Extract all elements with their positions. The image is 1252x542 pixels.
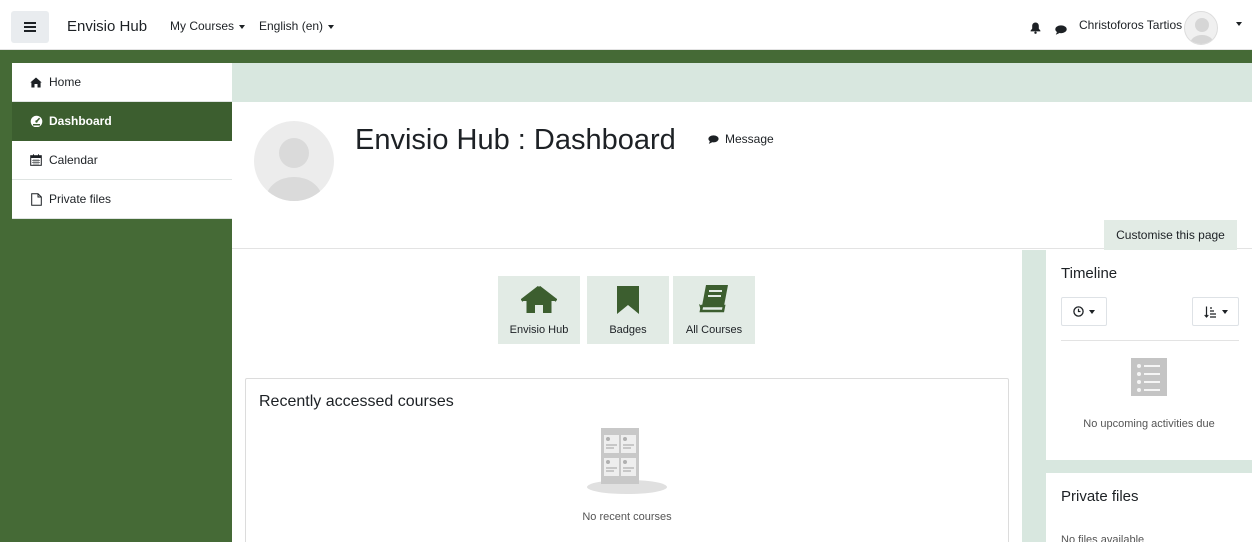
sidebar-nav: Home Dashboard Calendar Private files bbox=[12, 63, 232, 219]
header-band bbox=[0, 50, 1252, 63]
activities-empty-illustration-icon bbox=[1131, 358, 1167, 396]
user-avatar[interactable] bbox=[1184, 11, 1218, 45]
home-icon bbox=[521, 286, 557, 313]
bell-icon bbox=[1030, 22, 1041, 34]
quick-link-badges[interactable]: Badges bbox=[587, 276, 669, 344]
chat-icon bbox=[708, 134, 719, 144]
book-icon bbox=[699, 285, 728, 313]
home-icon bbox=[29, 77, 43, 88]
quick-link-label: Badges bbox=[609, 324, 647, 336]
message-label: Message bbox=[725, 132, 774, 146]
page-title: Envisio Hub : Dashboard bbox=[355, 124, 676, 156]
sidebar-item-label: Calendar bbox=[49, 153, 98, 167]
sidebar-item-label: Home bbox=[49, 75, 82, 89]
quick-link-all-courses[interactable]: All Courses bbox=[673, 276, 755, 344]
bookmark-icon bbox=[617, 286, 639, 314]
my-courses-menu[interactable]: My Courses bbox=[170, 19, 246, 33]
quick-link-envisio-hub[interactable]: Envisio Hub bbox=[498, 276, 580, 344]
page-header: Envisio Hub : Dashboard Message Customis… bbox=[232, 102, 1252, 250]
calendar-icon bbox=[29, 154, 43, 166]
timeline-title: Timeline bbox=[1061, 265, 1118, 282]
user-name[interactable]: Christoforos Tartios bbox=[1079, 18, 1182, 32]
profile-avatar bbox=[254, 121, 334, 201]
language-menu[interactable]: English (en) bbox=[259, 19, 335, 33]
sort-icon bbox=[1203, 306, 1216, 318]
caret-down-icon bbox=[328, 24, 335, 29]
timeline-block: Timeline No upcoming activities due bbox=[1046, 250, 1252, 460]
sidebar-item-private-files[interactable]: Private files bbox=[12, 180, 232, 219]
recent-courses-block: Recently accessed courses No recent cour… bbox=[245, 378, 1009, 542]
caret-down-icon bbox=[1089, 309, 1095, 314]
clock-icon bbox=[1073, 306, 1084, 317]
recent-courses-title: Recently accessed courses bbox=[259, 393, 454, 410]
timeline-divider bbox=[1061, 340, 1239, 341]
caret-down-icon bbox=[239, 24, 246, 29]
sidebar-item-dashboard[interactable]: Dashboard bbox=[12, 102, 232, 141]
private-files-block: Private files No files available bbox=[1046, 473, 1252, 542]
my-courses-label: My Courses bbox=[170, 19, 235, 33]
hamburger-button[interactable] bbox=[11, 11, 49, 43]
page-top-bar bbox=[232, 63, 1252, 102]
chat-icon bbox=[1055, 25, 1067, 35]
notifications-button[interactable] bbox=[1030, 22, 1041, 37]
sidebar-item-home[interactable]: Home bbox=[12, 63, 232, 102]
site-name[interactable]: Envisio Hub bbox=[67, 18, 147, 35]
sidebar-item-calendar[interactable]: Calendar bbox=[12, 141, 232, 180]
block-gap bbox=[1046, 460, 1252, 473]
caret-down-icon bbox=[1221, 309, 1228, 314]
timeline-filter-button[interactable] bbox=[1061, 297, 1107, 326]
avatar-placeholder-icon bbox=[266, 138, 322, 201]
message-button[interactable]: Message bbox=[708, 132, 774, 146]
messages-button[interactable] bbox=[1055, 23, 1067, 38]
block-region-divider bbox=[1022, 250, 1046, 542]
private-files-title: Private files bbox=[1061, 488, 1139, 505]
file-icon bbox=[29, 192, 43, 206]
quick-link-label: All Courses bbox=[685, 324, 743, 336]
hamburger-icon bbox=[24, 22, 36, 32]
recent-courses-empty: No recent courses bbox=[582, 511, 672, 523]
sidebar-item-label: Dashboard bbox=[49, 114, 112, 128]
top-navbar: Envisio Hub My Courses English (en) Chri… bbox=[0, 0, 1252, 50]
timeline-empty: No upcoming activities due bbox=[1083, 418, 1215, 430]
dashboard-icon bbox=[29, 115, 43, 127]
user-menu-caret-icon[interactable] bbox=[1236, 22, 1242, 26]
quick-link-label: Envisio Hub bbox=[509, 324, 569, 336]
avatar-placeholder-icon bbox=[1190, 18, 1214, 44]
timeline-sort-button[interactable] bbox=[1192, 297, 1239, 326]
courses-empty-illustration-icon bbox=[587, 428, 667, 494]
language-label: English (en) bbox=[259, 19, 324, 33]
customise-page-button[interactable]: Customise this page bbox=[1104, 220, 1237, 250]
sidebar-item-label: Private files bbox=[49, 192, 112, 206]
private-files-empty: No files available bbox=[1061, 534, 1145, 542]
